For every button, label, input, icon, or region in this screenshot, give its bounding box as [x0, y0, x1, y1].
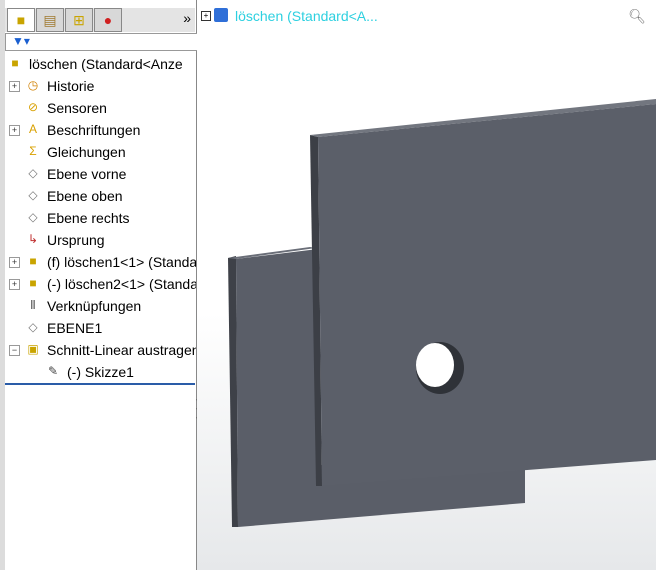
plane-icon: ◇ — [28, 210, 38, 224]
configuration-manager-tab[interactable]: ⊞ — [65, 8, 93, 32]
component-icon: ■ — [29, 276, 37, 290]
filter-icon[interactable]: ▼▾ — [12, 34, 30, 48]
property-manager-tab[interactable]: ▤ — [36, 8, 64, 32]
tree-item[interactable]: ↳ Ursprung — [0, 230, 196, 250]
tree-item[interactable]: Ⅱ Verknüpfungen — [0, 296, 196, 316]
tree-item[interactable]: ■ löschen (Standard<Anze — [0, 54, 196, 74]
feature-manager-tab[interactable]: ■ — [7, 8, 35, 32]
mates-icon: Ⅱ — [30, 298, 36, 312]
tree-item-label: Schnitt-Linear austragen — [47, 342, 196, 358]
tree-item[interactable]: ◇ Ebene vorne — [0, 164, 196, 184]
tree-item-label: Historie — [47, 78, 95, 94]
front-plate — [318, 104, 656, 486]
tree-item[interactable]: + A Beschriftungen — [0, 120, 196, 140]
tree-item[interactable]: + ◷ Historie — [0, 76, 196, 96]
graphics-viewport[interactable]: + löschen (Standard<A... 🔍︎ — [197, 0, 656, 570]
tree-item-label: Ebene vorne — [47, 166, 127, 182]
tree-item-label: löschen (Standard<Anze — [29, 56, 183, 72]
plane-icon: ◇ — [28, 320, 38, 334]
expand-toggle[interactable]: + — [9, 81, 20, 92]
tree-item-label: Ebene oben — [47, 188, 123, 204]
tree-item-label: Ursprung — [47, 232, 105, 248]
tree-item-label: Verknüpfungen — [47, 298, 142, 314]
sensor-icon: ⊘ — [27, 100, 39, 114]
cut-extrude-icon: ▣ — [27, 342, 39, 356]
panel-tabs: ■ ▤ ⊞ ● » — [5, 8, 195, 32]
tree-item[interactable]: + ■ (f) löschen1<1> (Standa — [0, 252, 196, 272]
tree-item[interactable]: ◇ Ebene oben — [0, 186, 196, 206]
tree-item-label: Gleichungen — [47, 144, 126, 160]
sketch-icon: ✎ — [47, 364, 59, 378]
tree-item[interactable]: + ■ (-) löschen2<1> (Standa — [0, 274, 196, 294]
feature-manager-panel: ■ ▤ ⊞ ● » ▼▾ ■ löschen (Standard<Anze + ◷ Hi… — [0, 0, 201, 570]
equations-icon: Σ — [29, 144, 37, 158]
model-view — [228, 99, 656, 527]
tree-item-label: (f) löschen1<1> (Standa — [47, 254, 196, 270]
tree-item[interactable]: ◇ Ebene rechts — [0, 208, 196, 228]
tree-item[interactable]: Σ Gleichungen — [0, 142, 196, 162]
tree-item-label: (-) Skizze1 — [67, 364, 134, 380]
tree-item[interactable]: ⊘ Sensoren — [0, 98, 196, 118]
tree-item[interactable]: ◇ EBENE1 — [0, 318, 196, 338]
hole-through — [416, 343, 454, 387]
origin-icon: ↳ — [27, 232, 39, 246]
tree-item[interactable]: − ▣ Schnitt-Linear austragen — [0, 340, 196, 360]
tree-item-label: Sensoren — [47, 100, 107, 116]
expand-toggle[interactable]: + — [9, 279, 20, 290]
plane-icon: ◇ — [28, 166, 38, 180]
tree-item[interactable]: ✎ (-) Skizze1 — [0, 362, 196, 382]
history-icon: ◷ — [27, 78, 39, 92]
filter-field[interactable]: ▼▾ — [5, 33, 201, 51]
part-icon: ■ — [11, 56, 19, 70]
component-icon: ■ — [29, 254, 37, 268]
rollback-bar[interactable] — [5, 383, 195, 385]
tree-item-label: Ebene rechts — [47, 210, 130, 226]
more-tabs-button[interactable]: » — [183, 10, 191, 26]
tree-item-label: EBENE1 — [47, 320, 103, 336]
expand-toggle[interactable]: − — [9, 345, 20, 356]
expand-toggle[interactable]: + — [9, 257, 20, 268]
tree-item-label: (-) löschen2<1> (Standa — [47, 276, 196, 292]
plane-icon: ◇ — [28, 188, 38, 202]
appearance-tab[interactable]: ● — [94, 8, 122, 32]
expand-toggle[interactable]: + — [9, 125, 20, 136]
tree-item-label: Beschriftungen — [47, 122, 141, 138]
annotations-icon: A — [28, 122, 37, 136]
